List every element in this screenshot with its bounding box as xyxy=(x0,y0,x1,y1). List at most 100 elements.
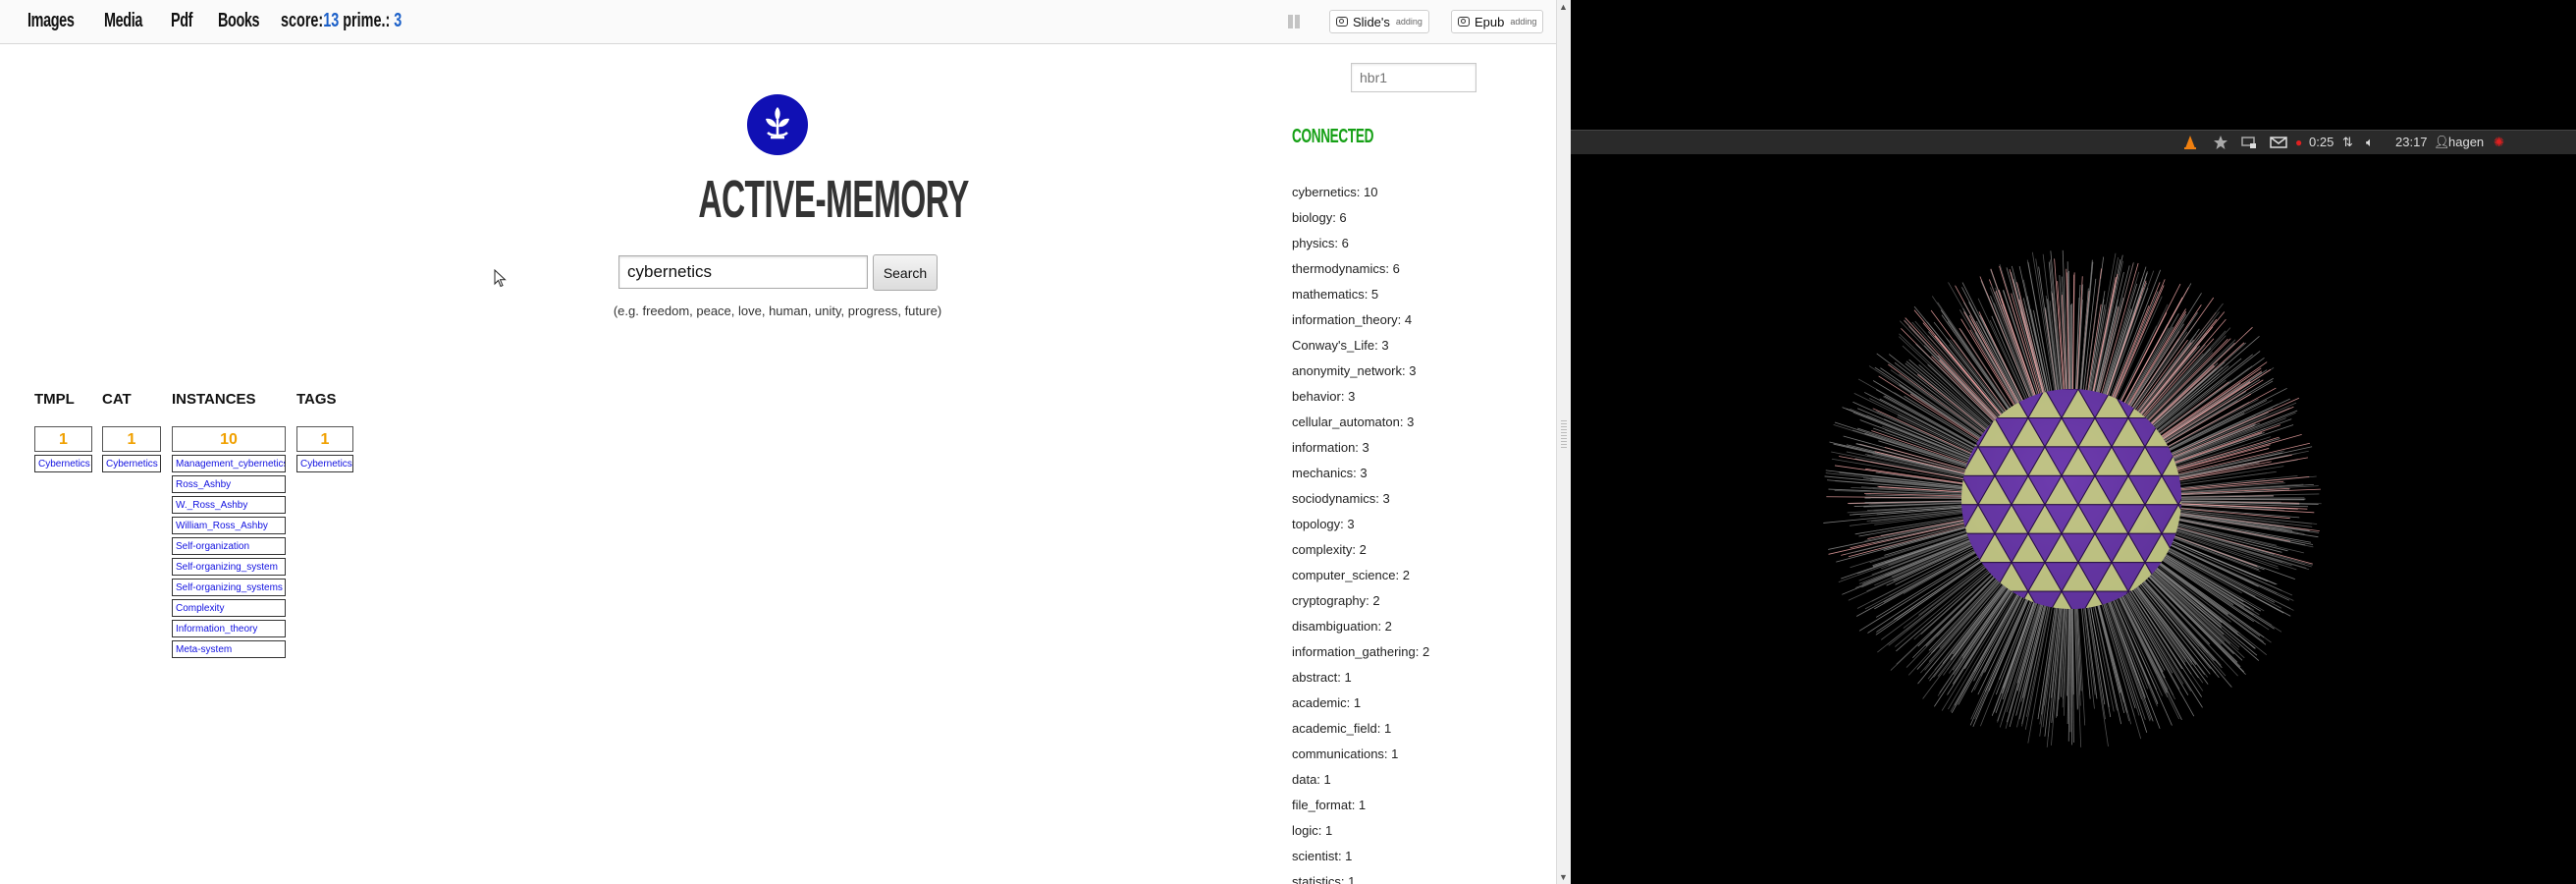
score-value: 13 xyxy=(323,10,340,31)
app-title: ACTIVE-MEMORY xyxy=(698,170,969,229)
tag-count-row[interactable]: anonymity_network: 3 xyxy=(1292,363,1429,389)
cat-count: 1 xyxy=(102,426,161,452)
epub-button-label: Epub xyxy=(1475,14,1505,29)
sphere-graphic xyxy=(1823,249,2322,747)
bookmark-star-icon[interactable] xyxy=(2213,135,2228,150)
search-input[interactable] xyxy=(618,255,868,289)
tag-count-row[interactable]: information_gathering: 2 xyxy=(1292,644,1429,670)
pause-icon[interactable] xyxy=(1286,14,1302,29)
tag-count-row[interactable]: logic: 1 xyxy=(1292,823,1429,849)
tmpl-count: 1 xyxy=(34,426,92,452)
nav-link-pdf[interactable]: Pdf xyxy=(171,10,192,32)
tags-header: TAGS xyxy=(296,391,337,408)
tag-count-row[interactable]: scientist: 1 xyxy=(1292,849,1429,874)
tag-count-row[interactable]: abstract: 1 xyxy=(1292,670,1429,695)
hbr-input[interactable] xyxy=(1351,63,1476,92)
instance-item[interactable]: William_Ross_Ashby xyxy=(172,517,286,534)
tag-count-row[interactable]: behavior: 3 xyxy=(1292,389,1429,414)
vlc-icon[interactable] xyxy=(2182,135,2198,150)
cat-item[interactable]: Cybernetics xyxy=(102,455,161,472)
power-icon[interactable]: ✺ xyxy=(2494,135,2504,150)
tag-count-row[interactable]: physics: 6 xyxy=(1292,236,1429,261)
sprout-icon xyxy=(766,107,789,139)
tag-count-row[interactable]: disambiguation: 2 xyxy=(1292,619,1429,644)
instances-column: INSTANCES 10 Management_cybernetics Ross… xyxy=(172,391,286,661)
instance-item[interactable]: Complexity xyxy=(172,599,286,617)
tag-item[interactable]: Cybernetics xyxy=(296,455,353,472)
tag-count-row[interactable]: cryptography: 2 xyxy=(1292,593,1429,619)
tag-count-row[interactable]: academic: 1 xyxy=(1292,695,1429,721)
tag-count-row[interactable]: thermodynamics: 6 xyxy=(1292,261,1429,287)
tag-count-row[interactable]: cybernetics: 10 xyxy=(1292,185,1429,210)
instances-count: 10 xyxy=(172,426,286,452)
tag-count-row[interactable]: academic_field: 1 xyxy=(1292,721,1429,746)
user-name[interactable]: hagen xyxy=(2448,135,2484,150)
top-navigation-bar: Images Media Pdf Books score:13 prime.: … xyxy=(0,0,1556,44)
tags-column: TAGS 1 Cybernetics xyxy=(296,391,353,475)
epub-button[interactable]: Epub adding xyxy=(1451,10,1544,33)
instance-item[interactable]: Meta-system xyxy=(172,640,286,658)
transfer-arrows-icon[interactable]: ⇅ xyxy=(2342,135,2353,150)
tag-count-row[interactable]: data: 1 xyxy=(1292,772,1429,798)
system-panel: ● 0:25 ⇅ 🔈︎ 23:17 👤︎ hagen ✺ xyxy=(1571,130,2576,154)
volume-icon[interactable]: 🔈︎ xyxy=(2366,135,2374,150)
tag-count-row[interactable]: file_format: 1 xyxy=(1292,798,1429,823)
tag-count-row[interactable]: statistics: 1 xyxy=(1292,874,1429,884)
tag-count-row[interactable]: communications: 1 xyxy=(1292,746,1429,772)
tmpl-header: TMPL xyxy=(34,391,75,408)
instance-item[interactable]: Self-organization xyxy=(172,537,286,555)
prime-label: prime.: xyxy=(339,10,395,31)
record-icon[interactable]: ● xyxy=(2295,135,2305,150)
tag-count-row[interactable]: biology: 6 xyxy=(1292,210,1429,236)
instance-item[interactable]: Self-organizing_system xyxy=(172,558,286,576)
tag-count-row[interactable]: information: 3 xyxy=(1292,440,1429,466)
nav-link-books[interactable]: Books xyxy=(218,10,260,32)
desktop-area: ● 0:25 ⇅ 🔈︎ 23:17 👤︎ hagen ✺ xyxy=(1571,0,2576,884)
tags-count: 1 xyxy=(296,426,353,452)
epub-button-status: adding xyxy=(1510,17,1537,27)
search-button[interactable]: Search xyxy=(873,254,938,291)
tag-count-row[interactable]: mathematics: 5 xyxy=(1292,287,1429,312)
score-display: score:13 prime.: 3 xyxy=(281,10,402,32)
instance-item[interactable]: Management_cybernetics xyxy=(172,455,286,472)
tag-count-row[interactable]: information_theory: 4 xyxy=(1292,312,1429,338)
tag-count-row[interactable]: computer_science: 2 xyxy=(1292,568,1429,593)
instances-header: INSTANCES xyxy=(172,391,256,408)
tag-count-row[interactable]: complexity: 2 xyxy=(1292,542,1429,568)
nav-link-images[interactable]: Images xyxy=(27,10,75,32)
scroll-up-icon[interactable]: ▲ xyxy=(1559,2,1568,12)
instance-item[interactable]: Ross_Ashby xyxy=(172,475,286,493)
cat-header: CAT xyxy=(102,391,132,408)
tag-count-row[interactable]: Conway's_Life: 3 xyxy=(1292,338,1429,363)
search-examples-hint: (e.g. freedom, peace, love, human, unity… xyxy=(613,304,942,318)
tag-count-row[interactable]: sociodynamics: 3 xyxy=(1292,491,1429,517)
tag-count-row[interactable]: mechanics: 3 xyxy=(1292,466,1429,491)
visualization-sphere[interactable] xyxy=(1814,242,2329,756)
instance-item[interactable]: Information_theory xyxy=(172,620,286,637)
nav-link-media[interactable]: Media xyxy=(104,10,142,32)
instance-item[interactable]: Self-organizing_systems xyxy=(172,579,286,596)
tmpl-column: TMPL 1 Cybernetics xyxy=(34,391,92,475)
logo xyxy=(747,94,808,155)
tag-count-row[interactable]: cellular_automaton: 3 xyxy=(1292,414,1429,440)
scrollbar-thumb[interactable] xyxy=(1560,420,1568,448)
score-label: score: xyxy=(281,10,324,31)
tag-count-row[interactable]: topology: 3 xyxy=(1292,517,1429,542)
browser-window: Images Media Pdf Books score:13 prime.: … xyxy=(0,0,1571,884)
clock[interactable]: 23:17 xyxy=(2395,135,2428,150)
camera-icon xyxy=(1336,17,1348,27)
slides-button-status: adding xyxy=(1395,17,1422,27)
prime-value: 3 xyxy=(394,10,402,31)
scroll-down-icon[interactable]: ▼ xyxy=(1559,872,1568,882)
mail-icon[interactable] xyxy=(2270,135,2287,150)
vertical-scrollbar[interactable]: ▲ ▼ xyxy=(1556,0,1571,884)
mouse-cursor-icon xyxy=(494,269,507,288)
connection-status: CONNECTED xyxy=(1292,126,1374,147)
cat-column: CAT 1 Cybernetics xyxy=(102,391,161,475)
recording-timer: 0:25 xyxy=(2309,135,2334,149)
slides-button[interactable]: Slide's adding xyxy=(1329,10,1429,33)
tag-count-list: cybernetics: 10 biology: 6 physics: 6 therm… xyxy=(1292,185,1429,884)
network-icon[interactable] xyxy=(2240,135,2258,150)
instance-item[interactable]: W._Ross_Ashby xyxy=(172,496,286,514)
tmpl-item[interactable]: Cybernetics xyxy=(34,455,92,472)
